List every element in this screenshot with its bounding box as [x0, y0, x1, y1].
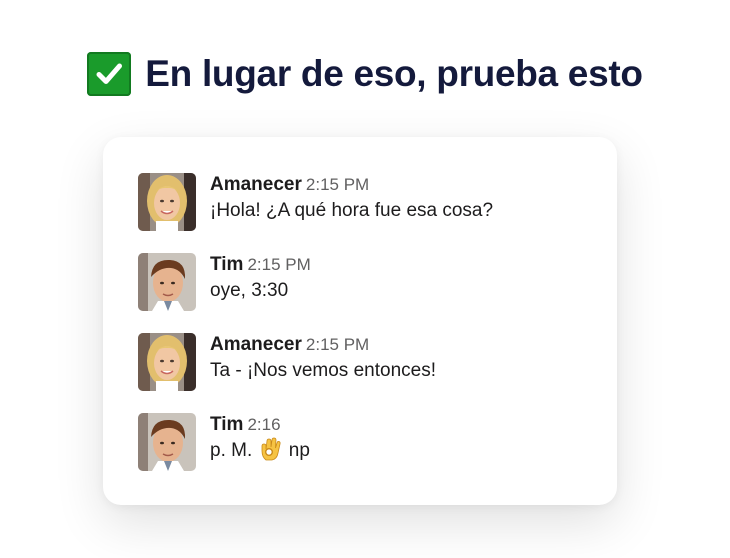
- page: En lugar de eso, prueba esto Amanecer 2:…: [0, 0, 730, 558]
- avatar[interactable]: [138, 173, 196, 231]
- message: Amanecer 2:15 PM ¡Hola! ¿A qué hora fue e…: [138, 173, 493, 231]
- message-text: Ta - ¡Nos vemos entonces!: [210, 360, 436, 381]
- author-name[interactable]: Tim: [210, 414, 243, 435]
- message-body: Tim 2:16 p. M. np: [210, 413, 310, 465]
- woman-avatar-icon: [138, 173, 196, 231]
- message-meta: Amanecer 2:15 PM: [210, 333, 436, 357]
- message-meta: Amanecer 2:15 PM: [210, 173, 493, 197]
- man-avatar-icon: [138, 253, 196, 311]
- message-text: ¡Hola! ¿A qué hora fue esa cosa?: [210, 200, 494, 221]
- message: Tim 2:16 p. M. np: [138, 413, 310, 471]
- message-meta: Tim 2:15 PM: [210, 253, 311, 277]
- check-mark-button-icon: [87, 52, 132, 96]
- heading-title: En lugar de eso, prueba esto: [145, 53, 643, 94]
- message-meta: Tim 2:16: [210, 413, 310, 437]
- timestamp[interactable]: 2:15 PM: [306, 175, 369, 194]
- message: Tim 2:15 PM oye, 3:30: [138, 253, 311, 311]
- avatar[interactable]: [138, 333, 196, 391]
- timestamp[interactable]: 2:16: [247, 415, 280, 434]
- man-avatar-icon: [138, 413, 196, 471]
- message-body: Amanecer 2:15 PM Ta - ¡Nos vemos entonces…: [210, 333, 436, 385]
- ok-hand-icon: [260, 437, 282, 461]
- timestamp[interactable]: 2:15 PM: [306, 335, 369, 354]
- author-name[interactable]: Tim: [210, 254, 243, 275]
- message-text: oye, 3:30: [210, 280, 289, 301]
- heading: En lugar de eso, prueba esto: [0, 52, 730, 96]
- woman-avatar-icon: [138, 333, 196, 391]
- chat-card: Amanecer 2:15 PM ¡Hola! ¿A qué hora fue e…: [103, 137, 617, 505]
- message-text-before: p. M.: [210, 440, 253, 461]
- timestamp[interactable]: 2:15 PM: [247, 255, 310, 274]
- message-text-after: np: [288, 440, 310, 461]
- avatar[interactable]: [138, 253, 196, 311]
- message-body: Tim 2:15 PM oye, 3:30: [210, 253, 311, 305]
- message-body: Amanecer 2:15 PM ¡Hola! ¿A qué hora fue e…: [210, 173, 493, 225]
- message-text: p. M. np: [210, 437, 310, 465]
- author-name[interactable]: Amanecer: [210, 334, 302, 355]
- message: Amanecer 2:15 PM Ta - ¡Nos vemos entonces…: [138, 333, 436, 391]
- avatar[interactable]: [138, 413, 196, 471]
- author-name[interactable]: Amanecer: [210, 174, 302, 195]
